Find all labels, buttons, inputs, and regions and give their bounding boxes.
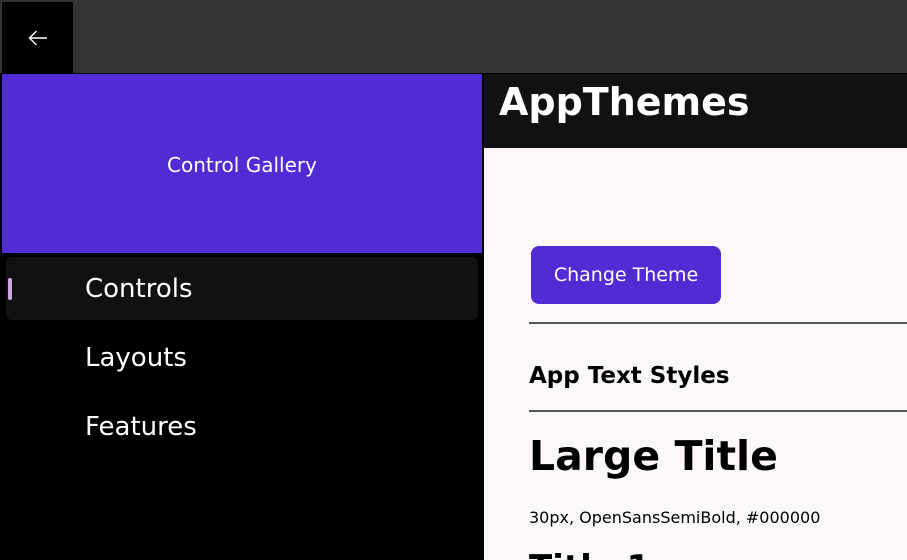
flyout-header: Control Gallery — [2, 74, 482, 253]
flyout-item-label: Controls — [85, 273, 193, 304]
flyout-header-title: Control Gallery — [167, 152, 317, 177]
page-title: AppThemes — [499, 80, 750, 124]
flyout-item-layouts[interactable]: Layouts — [6, 326, 478, 389]
change-theme-button[interactable]: Change Theme — [531, 246, 721, 304]
navigation-bar: AppThemes — [484, 74, 907, 148]
flyout-item-label: Layouts — [85, 342, 187, 373]
arrow-left-icon — [28, 30, 48, 46]
title-1-sample: Title 1 — [529, 548, 650, 560]
content-page: AppThemes Change Theme App Text Styles L… — [484, 74, 907, 560]
title-bar — [0, 0, 907, 73]
large-title-sample: Large Title — [529, 432, 778, 480]
flyout-item-controls[interactable]: Controls — [6, 257, 478, 320]
back-button[interactable] — [2, 2, 73, 73]
flyout-item-features[interactable]: Features — [6, 395, 478, 458]
flyout-item-label: Features — [85, 411, 197, 442]
selected-indicator — [8, 278, 12, 300]
large-title-description: 30px, OpenSansSemiBold, #000000 — [529, 508, 821, 527]
section-title: App Text Styles — [529, 363, 730, 389]
divider — [529, 322, 907, 324]
flyout-menu: Control Gallery Controls Layouts Feature… — [2, 74, 482, 560]
divider — [529, 410, 907, 412]
app-window: Control Gallery Controls Layouts Feature… — [0, 0, 907, 560]
